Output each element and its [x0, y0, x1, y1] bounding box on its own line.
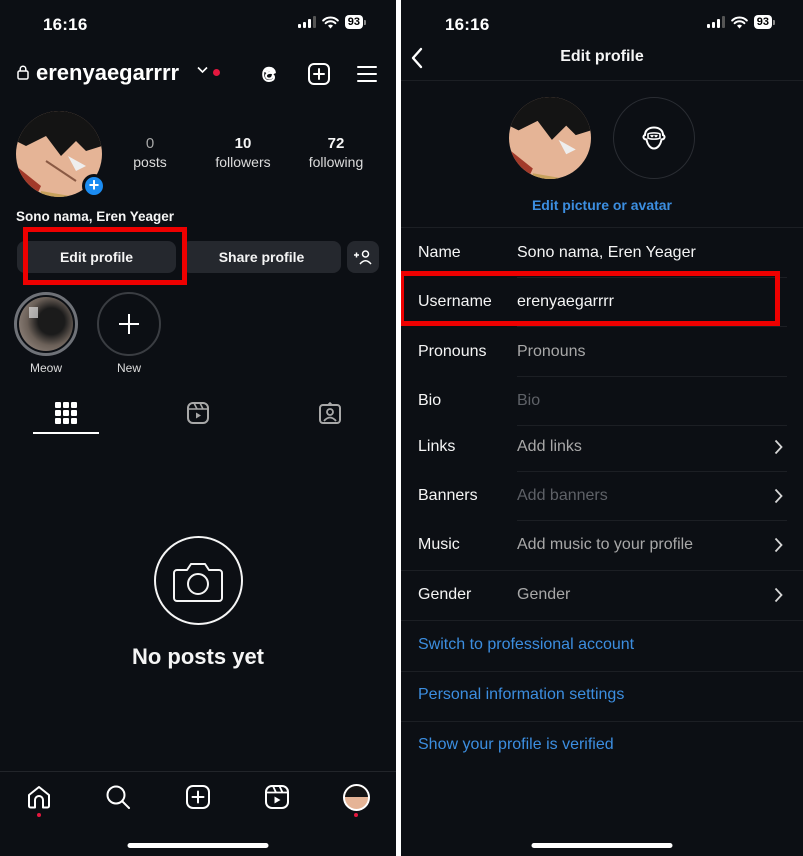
field-pronouns[interactable]: Pronouns Pronouns: [401, 328, 803, 377]
notification-dot: [213, 69, 220, 76]
profile-picture[interactable]: [509, 97, 591, 179]
edit-profile-screen: 16:16 93 Edit profile Edit picture or av…: [401, 0, 803, 856]
personal-info-settings-link[interactable]: Personal information settings: [401, 671, 803, 721]
search-icon: [106, 785, 130, 809]
pronouns-input[interactable]: Pronouns: [517, 343, 586, 361]
profile-notification-dot: [354, 813, 358, 817]
tagged-icon: [319, 401, 341, 424]
field-bio[interactable]: Bio Bio: [401, 377, 803, 426]
reels-icon: [187, 402, 209, 424]
cellular-signal-icon: [297, 16, 316, 28]
edit-profile-button[interactable]: Edit profile: [17, 241, 176, 273]
battery-icon: 93: [753, 15, 775, 29]
nav-profile[interactable]: [341, 784, 371, 814]
empty-state: No posts yet: [0, 536, 396, 670]
create-post-icon: [186, 785, 210, 809]
chevron-right-icon: [774, 488, 783, 504]
tab-reels[interactable]: [165, 398, 231, 436]
plus-icon: [119, 314, 139, 334]
switch-professional-link[interactable]: Switch to professional account: [401, 621, 803, 671]
field-links[interactable]: Links Add links: [401, 423, 803, 472]
status-time: 16:16: [43, 15, 88, 34]
nav-create[interactable]: [183, 784, 213, 814]
chevron-right-icon: [774, 587, 783, 603]
profile-screen: 16:16 93 erenyaegarrrr + 0 posts 10 foll…: [0, 0, 396, 856]
profile-avatar-small: [342, 784, 370, 811]
profile-header: erenyaegarrrr: [0, 56, 396, 92]
page-title: Edit profile: [560, 48, 644, 65]
nav-reels[interactable]: [262, 784, 292, 814]
account-switcher[interactable]: erenyaegarrrr: [36, 60, 179, 86]
empty-state-title: No posts yet: [131, 644, 265, 669]
discover-people-button[interactable]: [347, 241, 379, 273]
field-banners[interactable]: Banners Add banners: [401, 472, 803, 521]
grid-icon: [55, 402, 77, 424]
nav-home[interactable]: [24, 784, 54, 814]
share-profile-button[interactable]: Share profile: [182, 241, 341, 273]
highlight-meow[interactable]: Meow: [14, 292, 78, 375]
create-icon[interactable]: [307, 62, 331, 86]
highlight-cover: [19, 297, 73, 351]
battery-icon: 93: [344, 15, 366, 29]
show-verified-link[interactable]: Show your profile is verified: [401, 721, 803, 771]
camera-icon: [153, 536, 243, 625]
chevron-down-icon[interactable]: [197, 66, 208, 74]
add-person-icon: [354, 250, 372, 265]
username-input[interactable]: erenyaegarrrr: [517, 293, 614, 311]
following-count[interactable]: 72 following: [291, 135, 381, 170]
field-name[interactable]: Name Sono nama, Eren Yeager: [401, 229, 803, 278]
followers-count[interactable]: 10 followers: [198, 135, 288, 170]
status-bar: 16:16 93: [401, 0, 803, 40]
add-story-button[interactable]: +: [82, 174, 106, 198]
menu-icon[interactable]: [355, 62, 379, 86]
tab-tagged[interactable]: [297, 398, 363, 436]
active-tab-indicator: [33, 432, 99, 434]
nav-search[interactable]: [103, 784, 133, 814]
new-highlight-button[interactable]: New: [97, 292, 161, 375]
home-notification-dot: [37, 813, 41, 817]
status-time: 16:16: [445, 15, 490, 34]
name-input[interactable]: Sono nama, Eren Yeager: [517, 244, 696, 262]
wifi-icon: [321, 16, 339, 28]
divider: [401, 227, 803, 228]
bio-input[interactable]: Bio: [517, 392, 540, 410]
home-icon: [28, 786, 50, 809]
chevron-right-icon: [774, 439, 783, 455]
edit-profile-header: Edit profile: [401, 40, 803, 81]
status-bar: 16:16 93: [0, 0, 396, 40]
cellular-signal-icon: [706, 16, 725, 28]
profile-full-name: Sono nama, Eren Yeager: [16, 209, 175, 224]
lock-icon: [17, 65, 29, 80]
bottom-navigation: [0, 771, 396, 856]
tab-posts-grid[interactable]: [33, 398, 99, 436]
wifi-icon: [730, 16, 748, 28]
reels-icon: [265, 785, 289, 809]
threads-icon[interactable]: [257, 62, 281, 86]
avatar-face-icon: [642, 126, 666, 150]
posts-count: 0 posts: [133, 135, 167, 170]
edit-picture-link[interactable]: Edit picture or avatar: [401, 197, 803, 213]
profile-avatar[interactable]: +: [16, 111, 106, 198]
home-indicator: [531, 843, 673, 848]
field-gender[interactable]: Gender Gender: [401, 571, 803, 620]
avatar-option[interactable]: [613, 97, 695, 179]
field-username[interactable]: Username erenyaegarrrr: [401, 278, 803, 327]
home-indicator: [127, 843, 269, 848]
chevron-right-icon: [774, 537, 783, 553]
field-music[interactable]: Music Add music to your profile: [401, 521, 803, 570]
